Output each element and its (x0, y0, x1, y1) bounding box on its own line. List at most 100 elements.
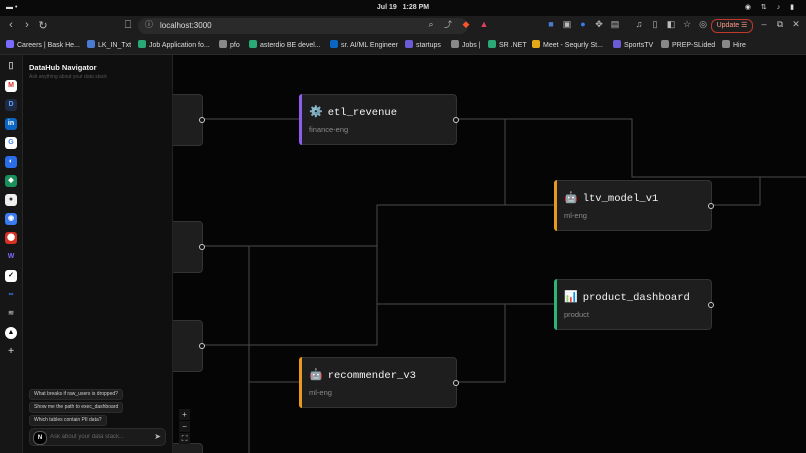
bookmark-favicon-icon (6, 40, 14, 48)
update-button[interactable]: Update ☰ (711, 19, 753, 33)
suggestion-chip[interactable]: Show me the path to exec_dashboard (29, 402, 124, 413)
node-handle[interactable] (453, 380, 459, 386)
send-icon[interactable]: ➤ (154, 432, 161, 441)
add-icon[interactable]: + (5, 346, 17, 358)
linkedin-icon[interactable]: in (5, 118, 17, 130)
restore-icon[interactable]: ⧉ (774, 19, 786, 30)
share-icon[interactable]: ⤴ (441, 19, 455, 30)
star-icon[interactable]: ☆ (681, 19, 693, 30)
time-text: 1:28 PM (402, 4, 430, 11)
bookmark-item[interactable]: PREP-SLided (661, 40, 715, 49)
extension-icon[interactable]: ■ (545, 19, 557, 29)
site-info-icon[interactable]: ⓘ (142, 19, 156, 30)
bookmarks-bar: Careers | Bask He... LK_IN_Txt Job Appli… (0, 36, 806, 55)
google-icon[interactable]: G (5, 137, 17, 149)
lineage-edges (201, 118, 806, 453)
search-icon[interactable]: ⌕ (424, 19, 438, 30)
bookmark-item[interactable]: LK_IN_Txt (87, 40, 131, 49)
bookmark-item[interactable]: Meet - Sequrly St... (532, 40, 603, 49)
lineage-node-partial[interactable] (173, 320, 205, 372)
bookmark-item[interactable]: Hire (722, 40, 746, 49)
bookmark-item[interactable]: Job Application fo... (138, 40, 210, 49)
extension-icon[interactable]: ▤ (609, 19, 621, 30)
check-icon[interactable]: ✓ (5, 270, 17, 282)
app-icon[interactable]: D (5, 99, 17, 111)
extension-icon[interactable]: ● (577, 19, 589, 29)
brave-shield-icon[interactable]: ◆ (460, 19, 472, 30)
brave-rewards-icon[interactable]: ▲ (478, 19, 490, 29)
suggestion-chip[interactable]: Which tables contain PII data? (29, 415, 107, 426)
node-title: 🤖 ltv_model_v1 (564, 191, 658, 205)
bookmark-icon[interactable]: ⎕ (121, 19, 135, 32)
suggestion-chip[interactable]: What breaks if raw_users is dropped? (29, 389, 123, 400)
maps-icon[interactable]: ⬤ (5, 232, 17, 244)
reload-icon[interactable]: ↻ (36, 19, 50, 32)
lineage-node-partial[interactable] (173, 443, 203, 453)
bookmark-favicon-icon (219, 40, 227, 48)
minimize-icon[interactable]: – (758, 19, 770, 29)
robot-icon: 🤖 (309, 368, 323, 381)
chat-input-box[interactable]: N ➤ (29, 428, 166, 446)
lineage-edge (457, 303, 554, 383)
bookmark-item[interactable]: startups (405, 40, 441, 49)
app-icon[interactable]: W (5, 251, 17, 263)
bookmark-item[interactable]: asterdio BE devel... (249, 40, 321, 49)
bookmark-label: SportsTV (624, 42, 654, 49)
panel-title: DataHub Navigator (29, 63, 97, 72)
address-bar[interactable]: ⓘ localhost:3000 ⌕ ⤴ (138, 18, 468, 34)
fit-view-button[interactable]: ⛶ (179, 433, 190, 444)
back-icon[interactable]: ‹ (4, 19, 18, 31)
bookmark-favicon-icon (488, 40, 496, 48)
close-icon[interactable]: ✕ (790, 19, 802, 30)
lineage-node-recommender-v3[interactable]: 🤖 recommender_v3 ml-eng (299, 357, 459, 408)
bookmark-label: SR .NET (499, 42, 527, 49)
app-icon[interactable]: ◉ (5, 213, 17, 225)
extension-icon[interactable]: ▣ (561, 19, 573, 30)
bookmark-item[interactable]: SR .NET (488, 40, 527, 49)
puzzle-icon[interactable]: ✥ (593, 19, 605, 30)
lineage-node-partial[interactable] (173, 94, 205, 146)
bookmark-item[interactable]: Careers | Bask He... (6, 40, 80, 49)
avatar: N (33, 431, 47, 445)
app-icon[interactable]: ◆ (5, 175, 17, 187)
app-icon[interactable]: ∞ (5, 289, 17, 301)
wallet-icon[interactable]: ◎ (697, 19, 709, 30)
bookmark-item[interactable]: SportsTV (613, 40, 653, 49)
sidebar-icon[interactable]: ▯ (649, 19, 661, 30)
lineage-node-partial[interactable] (173, 221, 205, 273)
music-icon[interactable]: ♫ (633, 19, 645, 29)
node-handle[interactable] (453, 117, 459, 123)
lineage-node-product-dashboard[interactable]: 📊 product_dashboard product (554, 279, 714, 330)
system-tray[interactable]: ◉ ⇅ ♪ ▮ (745, 3, 798, 11)
lineage-canvas[interactable]: ⚙️ etl_revenue finance-eng 🤖 ltv_model_v1 … (173, 55, 806, 453)
panel-subtitle: Ask anything about your data stack (29, 74, 107, 80)
node-handle[interactable] (199, 343, 205, 349)
lineage-node-ltv-model-v1[interactable]: 🤖 ltv_model_v1 ml-eng (554, 180, 714, 231)
clock[interactable]: Jul 19 1:28 PM (0, 4, 806, 11)
node-handle[interactable] (708, 302, 714, 308)
node-owner: product (564, 310, 590, 319)
bookmark-item[interactable]: Jobs | (451, 40, 481, 49)
node-handle[interactable] (708, 203, 714, 209)
bookmark-item[interactable]: sr. AI/ML Engineer (330, 40, 398, 49)
node-handle[interactable] (199, 244, 205, 250)
app-icon[interactable]: ▲ (5, 327, 17, 339)
node-handle[interactable] (199, 117, 205, 123)
lineage-edge (201, 304, 378, 346)
chat-input[interactable] (50, 431, 145, 442)
gear-icon: ⚙️ (309, 105, 323, 118)
bookmark-label: Careers | Bask He... (17, 42, 80, 49)
app-icon[interactable]: ◐ (5, 156, 17, 168)
zoom-in-button[interactable]: + (179, 409, 190, 420)
forward-icon[interactable]: › (20, 19, 34, 31)
node-accent-stripe (554, 279, 557, 330)
app-icon[interactable]: ● (5, 194, 17, 206)
bookmark-item[interactable]: pfo (219, 40, 240, 49)
sidebar-toggle-icon[interactable]: ▯ (5, 59, 17, 71)
split-view-icon[interactable]: ◧ (665, 19, 677, 30)
gmail-icon[interactable]: M (5, 80, 17, 92)
app-icon[interactable]: ≋ (5, 308, 17, 320)
zoom-out-button[interactable]: − (179, 421, 190, 432)
lineage-edge (201, 245, 554, 305)
lineage-node-etl-revenue[interactable]: ⚙️ etl_revenue finance-eng (299, 94, 459, 145)
